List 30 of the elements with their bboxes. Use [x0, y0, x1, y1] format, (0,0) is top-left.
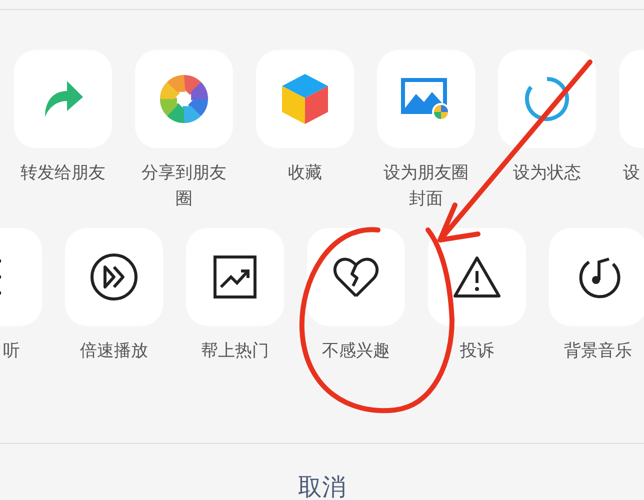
warning-icon — [452, 255, 502, 299]
broken-heart-icon — [333, 256, 379, 298]
option-label: 不感兴趣 — [322, 340, 390, 363]
option-tile[interactable] — [186, 228, 284, 326]
option-tile[interactable] — [307, 228, 405, 326]
option-tile[interactable] — [428, 228, 526, 326]
cancel-button[interactable]: 取消 — [298, 472, 346, 500]
option-tile[interactable] — [65, 228, 163, 326]
option-tile[interactable] — [377, 50, 475, 148]
option-label: 帮上热门 — [201, 340, 269, 363]
cube-icon — [282, 74, 328, 124]
option-label: 分享到朋友圈 — [140, 162, 228, 211]
option-label: 投诉 — [460, 340, 494, 363]
option-tile[interactable] — [14, 50, 112, 148]
option-label: 设为状态 — [513, 162, 581, 185]
option-label: 收藏 — [288, 162, 322, 185]
ring-icon — [523, 75, 571, 123]
option-label: 背景音乐 — [564, 340, 632, 363]
option-tile[interactable] — [549, 228, 644, 326]
aperture-icon — [159, 74, 209, 124]
fast-forward-icon — [90, 253, 138, 301]
option-label: 听 — [3, 340, 20, 363]
option-label: 转发给朋友 — [20, 162, 106, 185]
option-label: 设 — [623, 162, 640, 185]
option-label: 设为朋友圈封面 — [382, 162, 470, 211]
option-label: 倍速播放 — [80, 340, 148, 363]
option-tile[interactable] — [135, 50, 233, 148]
option-tile[interactable] — [498, 50, 596, 148]
trending-chart-icon — [213, 255, 257, 299]
option-tile[interactable] — [256, 50, 354, 148]
